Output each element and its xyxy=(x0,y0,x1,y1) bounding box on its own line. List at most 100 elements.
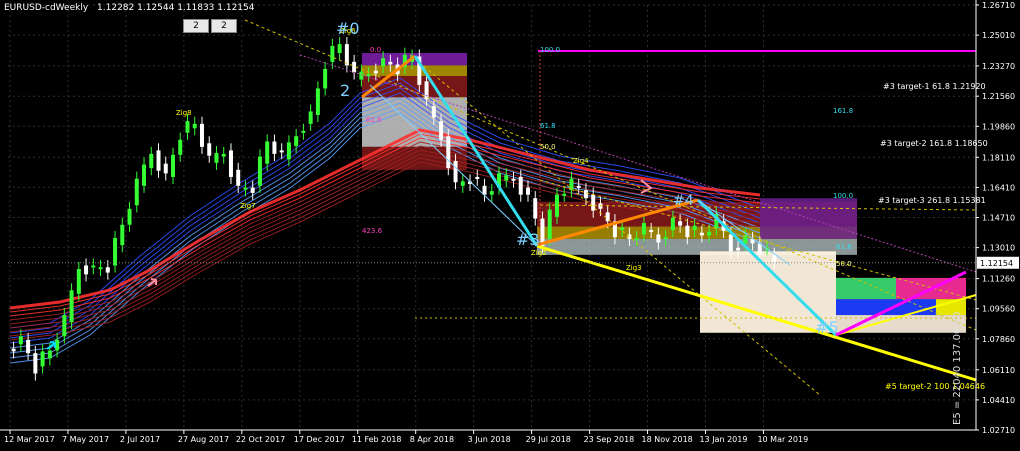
price-chart[interactable]: #3 target-1 61.8 1.21920 #3 target-2 161.… xyxy=(0,0,1020,447)
candle-body xyxy=(105,267,110,273)
price-tick-label: 1.21560 xyxy=(982,92,1015,101)
candle-body xyxy=(120,224,125,246)
time-tick-label: 7 May 2017 xyxy=(62,435,109,444)
candle-body xyxy=(649,230,654,233)
price-tick-label: 1.16410 xyxy=(982,183,1015,192)
candle-body xyxy=(525,187,530,195)
price-tick-label: 1.02710 xyxy=(982,426,1015,435)
fib-4236: 423.6 xyxy=(362,227,383,235)
candle-body xyxy=(142,164,147,186)
fib-00: 0.0 xyxy=(370,46,381,54)
time-tick-label: 10 Mar 2019 xyxy=(757,435,808,444)
target-3-label: #3 target-3 261.8 1.15381 xyxy=(878,196,986,205)
target-1-label: #3 target-1 61.8 1.21920 xyxy=(883,82,986,91)
candle-body xyxy=(576,185,581,188)
candle-body xyxy=(583,190,588,199)
fib-500-top: 50.0 xyxy=(540,143,556,151)
candle-body xyxy=(504,175,509,181)
price-tick-label: 1.18110 xyxy=(982,153,1015,162)
candle-body xyxy=(221,153,226,157)
zone-green xyxy=(836,277,896,300)
candle-body xyxy=(192,123,197,129)
panel-button-2[interactable]: 2 xyxy=(211,19,237,33)
candle-body xyxy=(699,232,704,236)
candle-body xyxy=(18,336,23,345)
candle-body xyxy=(511,178,516,181)
candle-body xyxy=(373,70,378,74)
candle-body xyxy=(707,231,712,236)
candle-body xyxy=(69,290,74,323)
candle-body xyxy=(620,227,625,231)
candle-body xyxy=(243,187,248,190)
candle-body xyxy=(286,142,291,160)
candle-body xyxy=(26,339,31,354)
candle-body xyxy=(279,150,284,153)
candle-body xyxy=(171,154,176,177)
price-tick-label: 1.04410 xyxy=(982,396,1015,405)
candle-body xyxy=(98,267,103,270)
symbol-header: EURUSD-cdWeekly 1.12282 1.12544 1.11833 … xyxy=(4,3,254,13)
candle-body xyxy=(178,139,183,155)
candle-body xyxy=(294,136,299,146)
chart[interactable]: #3 target-1 61.8 1.21920 #3 target-2 161.… xyxy=(0,0,1020,447)
candle-body xyxy=(670,217,675,231)
candle-body xyxy=(381,58,386,67)
fib-500-mid: 50.0 xyxy=(836,260,852,268)
wave-2-label: 2 xyxy=(340,81,350,100)
time-tick-label: 3 Jun 2018 xyxy=(468,435,511,444)
candle-body xyxy=(62,315,67,337)
candle-body xyxy=(678,221,683,226)
candle-body xyxy=(134,178,139,206)
candle-body xyxy=(330,45,335,62)
candle-body xyxy=(156,150,161,171)
candle-body xyxy=(76,269,81,294)
candle-body xyxy=(214,153,219,163)
candle-body xyxy=(692,225,697,231)
price-tick-label: 1.13010 xyxy=(982,244,1015,253)
price-tick-label: 1.26710 xyxy=(982,1,1015,10)
candle-body xyxy=(366,74,371,77)
wave-5-label: #5 xyxy=(815,318,839,337)
price-tick-label: 1.11260 xyxy=(982,275,1015,284)
time-tick-label: 11 Feb 2018 xyxy=(352,435,402,444)
fib-618-mid: 61.8 xyxy=(836,243,852,251)
candle-body xyxy=(533,198,538,219)
time-tick-label: 17 Dec 2017 xyxy=(294,435,345,444)
candle-body xyxy=(453,161,458,183)
candle-body xyxy=(439,121,444,140)
candle-body xyxy=(163,163,168,174)
wave-4-label: #4 xyxy=(673,193,694,209)
zig2-label: Zig2 xyxy=(531,249,547,257)
price-tick-label: 1.23270 xyxy=(982,62,1015,71)
candle-body xyxy=(207,143,212,156)
fib-100-top: 100.0 xyxy=(540,46,560,54)
price-tick-label: 1.06110 xyxy=(982,366,1015,375)
candle-body xyxy=(113,238,118,266)
candle-body xyxy=(554,194,559,217)
candle-body xyxy=(323,68,328,89)
candle-body xyxy=(359,71,364,80)
candle-body xyxy=(301,130,306,133)
time-tick-label: 8 Apr 2018 xyxy=(410,435,454,444)
candle-body xyxy=(424,81,429,100)
target-5-label: #5 target-2 100 1.04646 xyxy=(885,382,985,391)
candle-body xyxy=(728,234,733,252)
candle-body xyxy=(460,181,465,186)
candle-body xyxy=(257,156,262,186)
candle-body xyxy=(199,123,204,147)
candle-body xyxy=(84,265,89,275)
wave-0-label: #0 xyxy=(336,19,360,38)
price-tick-label: 1.25010 xyxy=(982,31,1015,40)
candle-body xyxy=(685,225,690,238)
candle-body xyxy=(388,61,393,65)
price-tick-label: 1.19860 xyxy=(982,122,1015,131)
fib-618-top: 61.8 xyxy=(540,122,556,130)
current-price-label: 1.12154 xyxy=(980,259,1013,268)
candle-body xyxy=(149,153,154,169)
candle-body xyxy=(634,238,639,241)
time-tick-label: 27 Aug 2017 xyxy=(178,435,229,444)
candle-body xyxy=(736,247,741,251)
candle-body xyxy=(91,265,96,268)
candle-body xyxy=(641,222,646,235)
panel-button-1[interactable]: 2 xyxy=(183,19,209,33)
